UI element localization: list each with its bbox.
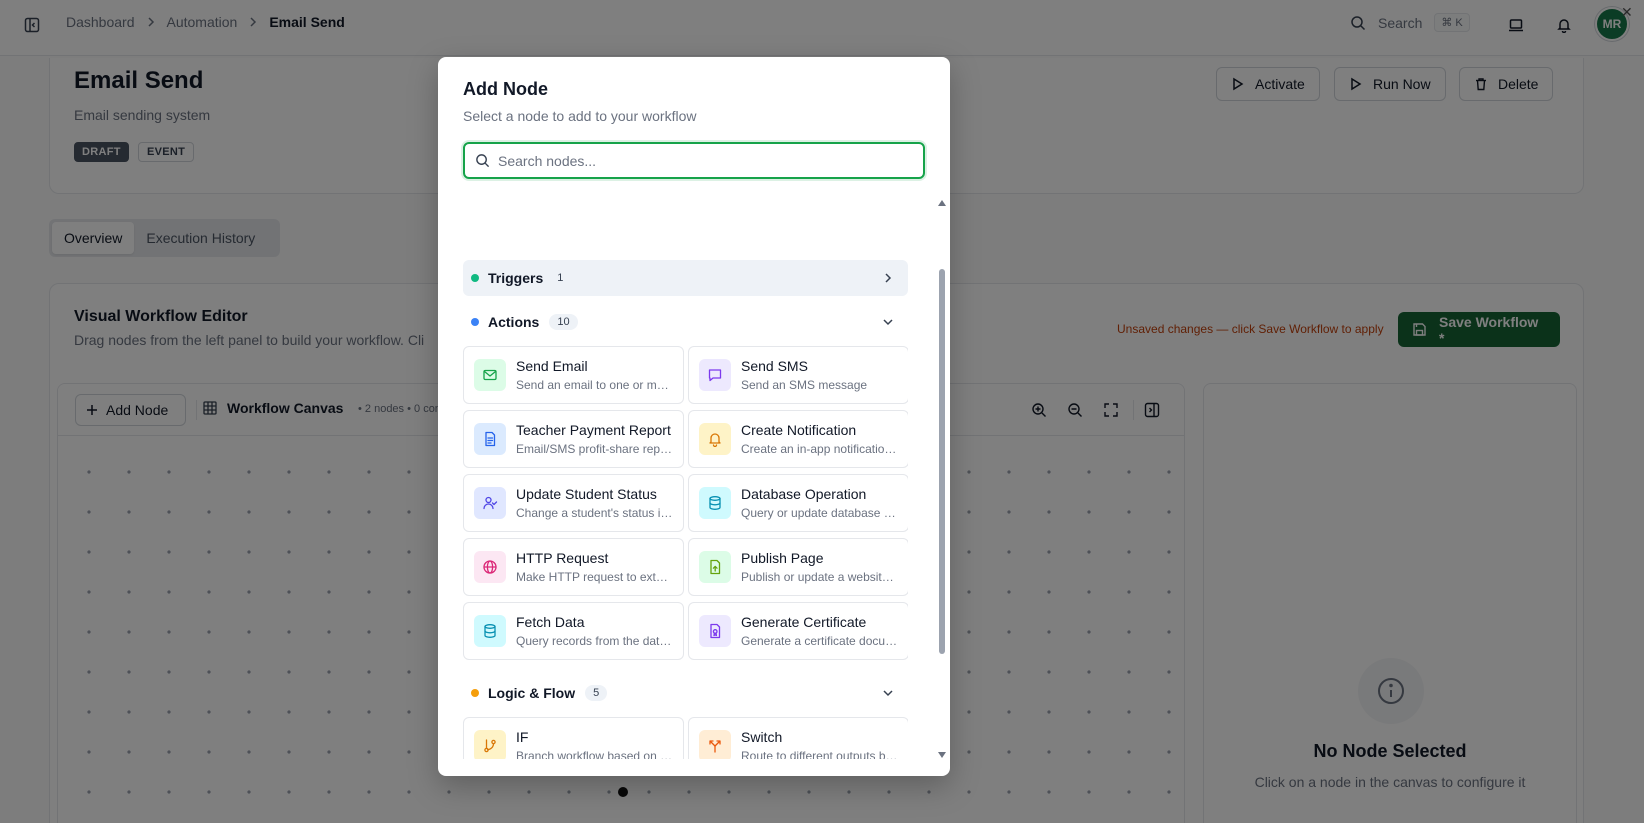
node-description: Change a student's status in the system bbox=[516, 506, 673, 520]
node-title: IF bbox=[516, 729, 529, 745]
node-text: Send SMS Send an SMS message bbox=[741, 357, 898, 393]
category-dot bbox=[471, 274, 479, 282]
file-up-icon bbox=[699, 551, 731, 583]
dialog-subtitle: Select a node to add to your workflow bbox=[463, 108, 697, 124]
node-list-scrollbar[interactable] bbox=[937, 199, 947, 759]
dialog-title: Add Node bbox=[463, 79, 548, 99]
node-card-publish-page[interactable]: Publish Page Publish or update a website … bbox=[688, 538, 908, 596]
bell-icon bbox=[699, 423, 731, 455]
chevron-right-icon bbox=[880, 270, 896, 286]
category-count: 10 bbox=[549, 314, 578, 330]
node-description: Send an email to one or multiple recipie… bbox=[516, 378, 673, 392]
category-actions[interactable]: Actions 10 bbox=[463, 304, 908, 340]
node-search-input[interactable] bbox=[498, 152, 898, 169]
node-text: IF Branch workflow based on a condition bbox=[516, 728, 673, 759]
file-text-icon bbox=[474, 423, 506, 455]
category-label: Logic & Flow bbox=[488, 685, 576, 701]
file-badge-icon bbox=[699, 615, 731, 647]
node-text: Switch Route to different outputs by valu… bbox=[741, 728, 898, 759]
scroll-down-icon[interactable] bbox=[937, 751, 947, 759]
category-label: Actions bbox=[488, 314, 540, 330]
node-description: Publish or update a website page bbox=[741, 570, 898, 584]
search-icon bbox=[475, 153, 490, 168]
database-icon bbox=[474, 615, 506, 647]
node-description: Generate a certificate document bbox=[741, 634, 898, 648]
node-search-field[interactable] bbox=[463, 142, 925, 179]
node-title: Fetch Data bbox=[516, 614, 585, 630]
message-icon bbox=[699, 359, 731, 391]
scroll-thumb[interactable] bbox=[939, 269, 945, 654]
node-text: Fetch Data Query records from the databas… bbox=[516, 613, 673, 649]
node-description: Create an in-app notification for users bbox=[741, 442, 898, 456]
node-card-if[interactable]: IF Branch workflow based on a condition bbox=[463, 717, 684, 759]
node-title: Send SMS bbox=[741, 358, 808, 374]
node-title: Create Notification bbox=[741, 422, 857, 438]
node-text: Update Student Status Change a student's … bbox=[516, 485, 673, 521]
node-card-teacher-payment-report[interactable]: Teacher Payment Report Email/SMS profit-s… bbox=[463, 410, 684, 468]
node-card-send-sms[interactable]: Send SMS Send an SMS message bbox=[688, 346, 908, 404]
category-logic-flow[interactable]: Logic & Flow 5 bbox=[463, 675, 908, 711]
user-check-icon bbox=[474, 487, 506, 519]
node-title: Database Operation bbox=[741, 486, 867, 502]
add-node-dialog: Add Node Select a node to add to your wo… bbox=[438, 57, 950, 776]
category-count: 5 bbox=[585, 685, 608, 701]
node-list[interactable]: Triggers 1 Actions 10 Send Email Send an … bbox=[463, 199, 908, 759]
chevron-down-icon bbox=[880, 685, 896, 701]
node-card-fetch-data[interactable]: Fetch Data Query records from the databas… bbox=[463, 602, 684, 660]
node-text: Send Email Send an email to one or multip… bbox=[516, 357, 673, 393]
split-icon bbox=[699, 730, 731, 759]
git-branch-icon bbox=[474, 730, 506, 759]
node-description: Make HTTP request to external API bbox=[516, 570, 673, 584]
node-title: Generate Certificate bbox=[741, 614, 867, 630]
node-description: Email/SMS profit-share report to teacher… bbox=[516, 442, 673, 456]
node-description: Send an SMS message bbox=[741, 378, 868, 392]
node-card-switch[interactable]: Switch Route to different outputs by valu… bbox=[688, 717, 908, 759]
category-dot bbox=[471, 318, 479, 326]
node-description: Route to different outputs by value bbox=[741, 749, 898, 759]
node-card-generate-certificate[interactable]: Generate Certificate Generate a certifica… bbox=[688, 602, 908, 660]
node-description: Query or update database records bbox=[741, 506, 898, 520]
node-title: Publish Page bbox=[741, 550, 824, 566]
node-description: Branch workflow based on a condition bbox=[516, 749, 673, 759]
mail-icon bbox=[474, 359, 506, 391]
node-card-update-student-status[interactable]: Update Student Status Change a student's … bbox=[463, 474, 684, 532]
category-dot bbox=[471, 689, 479, 697]
category-count: 1 bbox=[557, 272, 564, 284]
node-card-send-email[interactable]: Send Email Send an email to one or multip… bbox=[463, 346, 684, 404]
node-title: HTTP Request bbox=[516, 550, 609, 566]
node-card-http-request[interactable]: HTTP Request Make HTTP request to externa… bbox=[463, 538, 684, 596]
node-text: Publish Page Publish or update a website … bbox=[741, 549, 898, 585]
node-text: Teacher Payment Report Email/SMS profit-s… bbox=[516, 421, 673, 457]
database-icon bbox=[699, 487, 731, 519]
node-title: Teacher Payment Report bbox=[516, 422, 671, 438]
node-card-database-operation[interactable]: Database Operation Query or update databa… bbox=[688, 474, 908, 532]
scroll-up-icon[interactable] bbox=[937, 199, 947, 207]
node-title: Update Student Status bbox=[516, 486, 657, 502]
node-text: Database Operation Query or update databa… bbox=[741, 485, 898, 521]
node-card-create-notification[interactable]: Create Notification Create an in-app noti… bbox=[688, 410, 908, 468]
node-title: Send Email bbox=[516, 358, 588, 374]
category-triggers[interactable]: Triggers 1 bbox=[463, 260, 908, 296]
node-text: HTTP Request Make HTTP request to externa… bbox=[516, 549, 673, 585]
node-text: Generate Certificate Generate a certifica… bbox=[741, 613, 898, 649]
node-text: Create Notification Create an in-app noti… bbox=[741, 421, 898, 457]
node-description: Query records from the database bbox=[516, 634, 673, 648]
category-label: Triggers bbox=[488, 270, 544, 286]
chevron-down-icon bbox=[880, 314, 896, 330]
node-title: Switch bbox=[741, 729, 783, 745]
globe-icon bbox=[474, 551, 506, 583]
